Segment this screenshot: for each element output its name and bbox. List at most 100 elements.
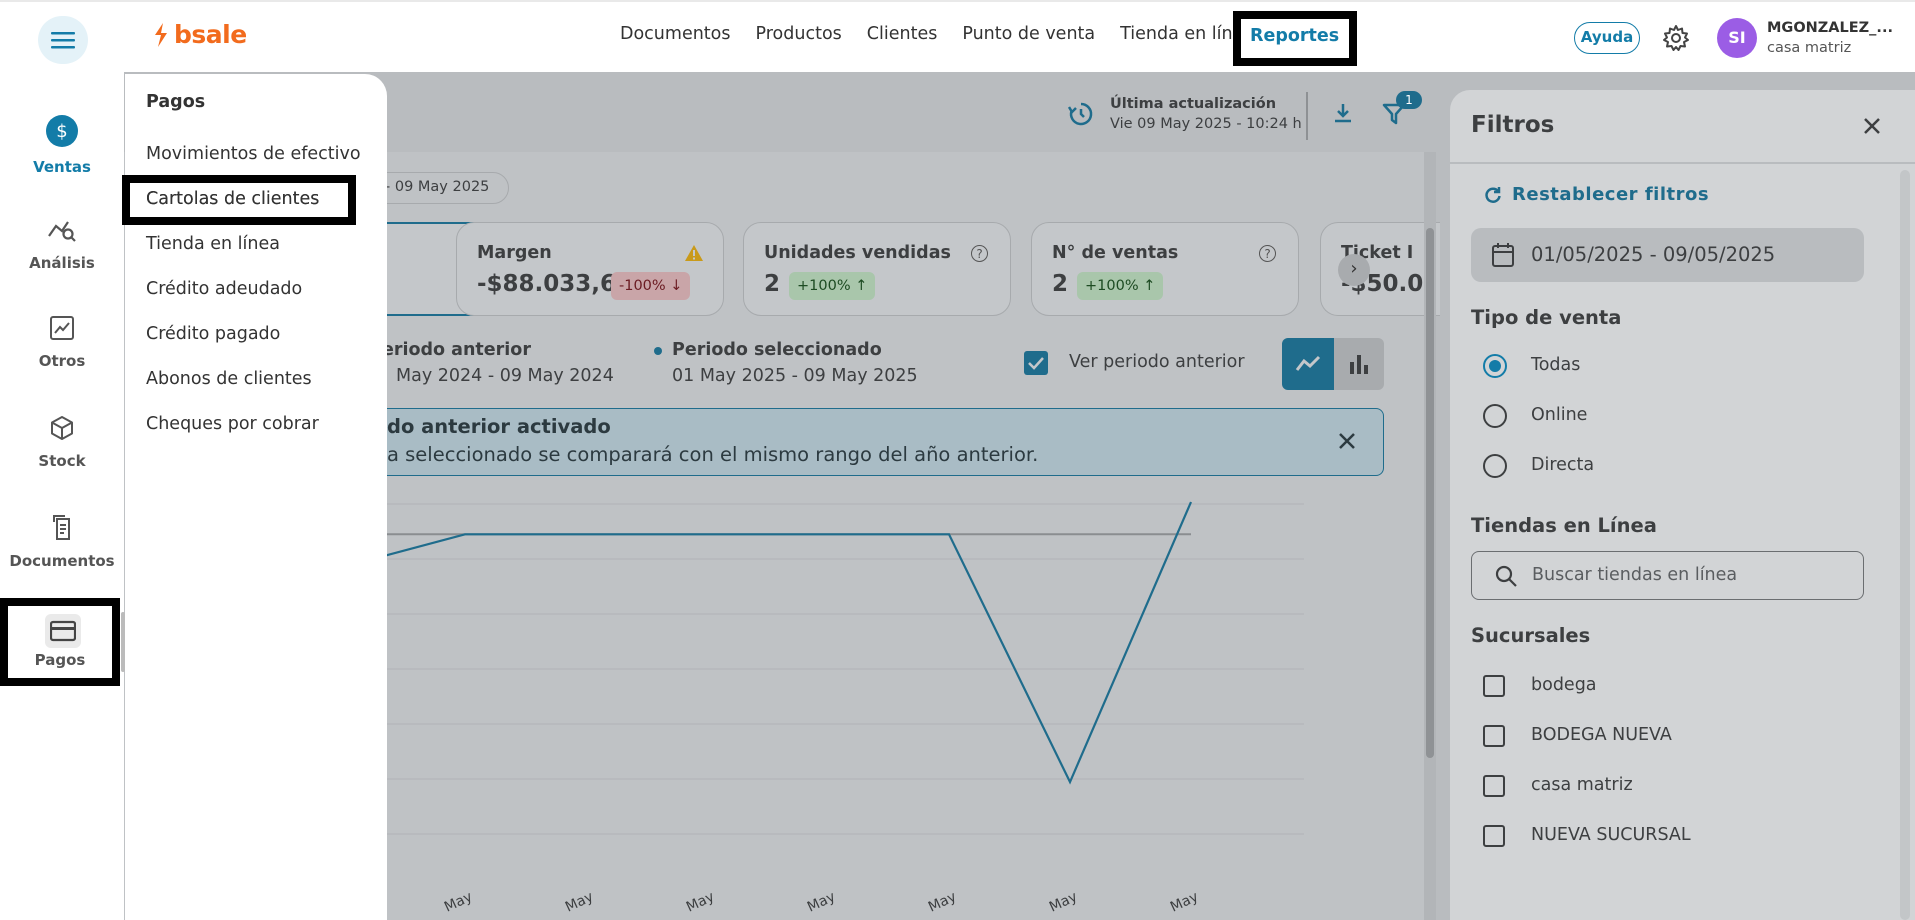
gear-icon[interactable] — [1662, 24, 1690, 52]
help-button[interactable]: Ayuda — [1574, 22, 1640, 54]
sales-line-chart: MayMayMayMayMayMayMayMay — [324, 501, 1304, 916]
checkmark-icon — [1028, 357, 1044, 370]
logo-text: bsale — [174, 20, 247, 49]
download-icon[interactable] — [1332, 102, 1354, 124]
branch-label-nueva-sucursal[interactable]: NUEVA SUCURSAL — [1531, 825, 1691, 845]
help-circle-icon: ? — [1259, 245, 1276, 262]
sidebar-item-analisis[interactable]: Análisis — [0, 214, 124, 272]
x-tick-label: May — [563, 889, 596, 916]
delta-value: +100% — [797, 278, 851, 294]
branch-label-casa-matriz[interactable]: casa matriz — [1531, 775, 1633, 795]
top-nav: Documentos Productos Clientes Punto de v… — [620, 24, 1279, 44]
delta-value: -100% — [619, 278, 666, 294]
metric-card-unidades[interactable]: Unidades vendidas ? 2 +100% ↑ — [743, 222, 1011, 316]
card-title: N° de ventas — [1052, 243, 1179, 263]
user-name[interactable]: MGONZALEZ_... — [1767, 20, 1893, 36]
radio-label-online[interactable]: Online — [1531, 405, 1587, 425]
radio-todas[interactable] — [1483, 354, 1507, 378]
online-stores-search-input[interactable] — [1530, 564, 1834, 586]
legend-prev-range: May 2024 - 09 May 2024 — [396, 366, 614, 386]
update-value: Vie 09 May 2025 - 10:24 h — [1110, 116, 1302, 132]
legend-dot — [654, 347, 662, 355]
branch-label-bodega-nueva[interactable]: BODEGA NUEVA — [1531, 725, 1672, 745]
submenu-item-cheques[interactable]: Cheques por cobrar — [146, 414, 319, 434]
legend-sel-title: Periodo seleccionado — [672, 340, 882, 360]
branch-label-bodega[interactable]: bodega — [1531, 675, 1597, 695]
history-icon — [1068, 102, 1093, 126]
content-scrollbar-thumb[interactable] — [1426, 228, 1434, 758]
menu-button[interactable] — [38, 16, 88, 64]
bsale-logo[interactable]: bsale — [152, 20, 247, 49]
notice-text: a seleccionado se comparará con el mismo… — [387, 443, 1039, 466]
analytics-icon — [48, 221, 76, 242]
x-tick-label: May — [805, 889, 838, 916]
legend-sel-range: 01 May 2025 - 09 May 2025 — [672, 366, 918, 386]
nav-productos[interactable]: Productos — [756, 24, 842, 44]
selected-period-line — [324, 501, 1193, 785]
branch-checkbox-bodega-nueva[interactable] — [1483, 725, 1505, 747]
filters-title: Filtros — [1471, 112, 1555, 138]
radio-online[interactable] — [1483, 404, 1507, 428]
metric-card-margen[interactable]: Margen -$88.033,61 -100% ↓ — [456, 222, 724, 316]
radio-label-directa[interactable]: Directa — [1531, 455, 1594, 475]
x-tick-label: May — [926, 889, 959, 916]
refresh-icon[interactable] — [1484, 186, 1502, 204]
line-chart-toggle[interactable] — [1282, 338, 1334, 390]
nav-punto-de-venta[interactable]: Punto de venta — [962, 24, 1095, 44]
submenu-item-abonos[interactable]: Abonos de clientes — [146, 369, 312, 389]
sidebar-item-label: Pagos — [34, 651, 86, 669]
card-title: Unidades vendidas — [764, 243, 951, 263]
delta-value: +100% — [1085, 278, 1139, 294]
nav-reportes[interactable]: Reportes — [1250, 26, 1339, 46]
line-chart-icon — [1295, 355, 1321, 371]
cards-next-button[interactable]: › — [1338, 254, 1370, 286]
compare-label[interactable]: Ver periodo anterior — [1069, 352, 1245, 372]
compare-notice: do anterior activado a seleccionado se c… — [324, 408, 1384, 476]
submenu-item-credito-adeudado[interactable]: Crédito adeudado — [146, 279, 302, 299]
online-stores-search[interactable] — [1471, 551, 1864, 600]
card-title: Margen — [477, 243, 552, 263]
reset-filters-link[interactable]: Restablecer filtros — [1512, 184, 1709, 205]
metric-card-ventas[interactable]: N° de ventas ? 2 +100% ↑ — [1031, 222, 1299, 316]
legend-prev-title: eriodo anterior — [382, 340, 531, 360]
radio-label-todas[interactable]: Todas — [1531, 355, 1580, 375]
submenu-item-movimientos[interactable]: Movimientos de efectivo — [146, 144, 361, 164]
submenu-item-tienda[interactable]: Tienda en línea — [146, 234, 280, 254]
close-icon[interactable] — [1337, 431, 1357, 451]
branch-checkbox-casa-matriz[interactable] — [1483, 775, 1505, 797]
compare-checkbox[interactable] — [1024, 351, 1048, 375]
sidebar-item-documentos[interactable]: Documentos — [0, 514, 124, 570]
bar-chart-icon — [1350, 355, 1368, 374]
user-store: casa matriz — [1767, 40, 1852, 56]
box-icon — [51, 416, 73, 440]
branches-label: Sucursales — [1471, 624, 1591, 647]
branch-checkbox-bodega[interactable] — [1483, 675, 1505, 697]
sidebar-item-otros[interactable]: Otros — [0, 314, 124, 370]
sidebar-item-label: Ventas — [33, 158, 91, 176]
nav-clientes[interactable]: Clientes — [867, 24, 938, 44]
card-value: 2 — [764, 271, 781, 297]
nav-documentos[interactable]: Documentos — [620, 24, 731, 44]
bar-chart-toggle[interactable] — [1334, 338, 1384, 390]
submenu-item-credito-pagado[interactable]: Crédito pagado — [146, 324, 280, 344]
close-icon[interactable] — [1862, 116, 1882, 136]
date-range-field[interactable]: 01/05/2025 - 09/05/2025 — [1471, 228, 1864, 282]
sale-type-label: Tipo de venta — [1471, 306, 1622, 329]
dollar-icon: $ — [46, 115, 78, 147]
online-stores-label: Tiendas en Línea — [1471, 514, 1657, 537]
x-tick-label: May — [1168, 889, 1201, 916]
branch-checkbox-nueva-sucursal[interactable] — [1483, 825, 1505, 847]
content-scrollbar[interactable] — [1424, 152, 1436, 920]
notice-title: do anterior activado — [387, 415, 611, 438]
filters-divider — [1450, 162, 1915, 164]
document-icon — [53, 515, 70, 540]
radio-directa[interactable] — [1483, 454, 1507, 478]
submenu-item-cartolas[interactable]: Cartolas de clientes — [146, 189, 319, 209]
filters-scrollbar[interactable] — [1900, 170, 1910, 920]
search-icon — [1495, 565, 1517, 587]
delta-badge: +100% ↑ — [1077, 272, 1164, 300]
avatar[interactable]: SI — [1717, 18, 1757, 58]
x-tick-label: May — [1047, 889, 1080, 916]
sidebar-item-ventas[interactable]: $ Ventas — [0, 114, 124, 176]
sidebar-item-stock[interactable]: Stock — [0, 414, 124, 470]
